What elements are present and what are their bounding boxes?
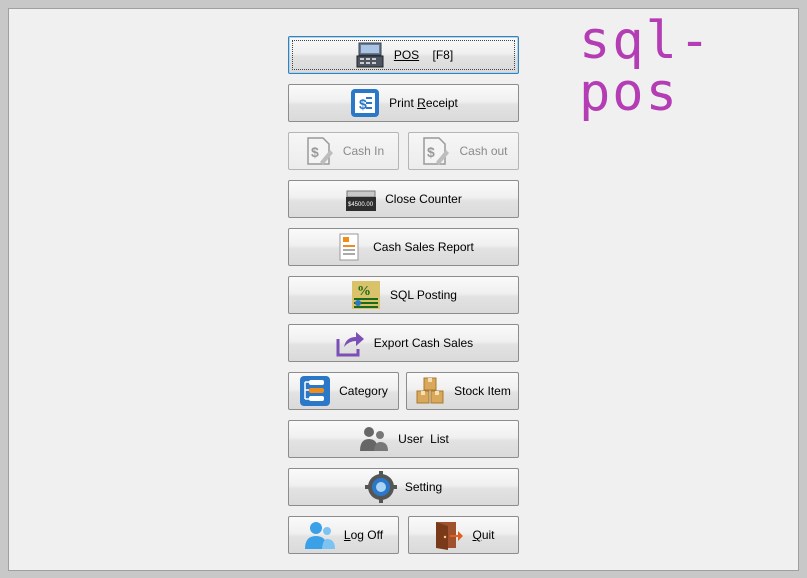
- app-logo: sql-pos: [579, 11, 713, 123]
- svg-text:$: $: [359, 96, 367, 112]
- export-cash-sales-label: Export Cash Sales: [373, 336, 474, 350]
- pos-button[interactable]: POS [F8]: [288, 36, 519, 74]
- setting-button[interactable]: Setting: [288, 468, 519, 506]
- sql-posting-button[interactable]: % SQL Posting: [288, 276, 519, 314]
- stock-item-label: Stock Item: [454, 384, 511, 398]
- receipt-icon: $: [351, 89, 380, 117]
- log-off-button[interactable]: Log Off: [288, 516, 399, 554]
- log-off-label: Log Off: [343, 528, 384, 542]
- export-share-icon: [336, 332, 364, 357]
- svg-text:$: $: [427, 144, 435, 160]
- cash-sales-report-button[interactable]: Cash Sales Report: [288, 228, 519, 266]
- quit-label: Quit: [472, 528, 495, 542]
- cash-sales-report-label: Cash Sales Report: [373, 240, 474, 254]
- exit-door-icon: [436, 522, 464, 550]
- category-tree-icon: [300, 376, 331, 406]
- close-counter-label: Close Counter: [385, 192, 462, 206]
- cash-in-label: Cash In: [342, 144, 385, 158]
- main-panel: sql-pos POS [F8] $ Print Receipt $ Cash …: [8, 8, 799, 571]
- export-cash-sales-button[interactable]: Export Cash Sales: [288, 324, 519, 362]
- user-list-button[interactable]: User List: [288, 420, 519, 458]
- setting-label: Setting: [404, 480, 443, 494]
- cash-out-button[interactable]: $ Cash out: [408, 132, 519, 170]
- cash-in-document-icon: $: [307, 137, 333, 165]
- svg-text:$: $: [311, 144, 319, 160]
- users-icon: [360, 427, 389, 451]
- close-counter-button[interactable]: $4500.00 Close Counter: [288, 180, 519, 218]
- boxes-icon: [416, 377, 444, 404]
- cash-in-button[interactable]: $ Cash In: [288, 132, 399, 170]
- log-off-users-icon: [304, 522, 335, 549]
- gear-icon: [364, 471, 397, 503]
- pos-label: POS [F8]: [393, 48, 454, 62]
- category-label: Category: [339, 384, 388, 398]
- ledger-posting-icon: %: [352, 281, 381, 309]
- stock-item-button[interactable]: Stock Item: [406, 372, 519, 410]
- category-button[interactable]: Category: [288, 372, 399, 410]
- print-receipt-button[interactable]: $ Print Receipt: [288, 84, 519, 122]
- svg-text:%: %: [357, 284, 371, 299]
- user-list-label: User List: [398, 432, 449, 446]
- cash-out-document-icon: $: [423, 137, 450, 165]
- report-icon: [339, 233, 359, 261]
- cash-out-label: Cash out: [459, 144, 508, 158]
- svg-text:$4500.00: $4500.00: [348, 202, 374, 208]
- cash-drawer-icon: $4500.00: [346, 190, 377, 211]
- print-receipt-label: Print Receipt: [389, 96, 458, 110]
- quit-button[interactable]: Quit: [408, 516, 519, 554]
- cash-register-icon: [356, 42, 384, 68]
- sql-posting-label: SQL Posting: [390, 288, 457, 302]
